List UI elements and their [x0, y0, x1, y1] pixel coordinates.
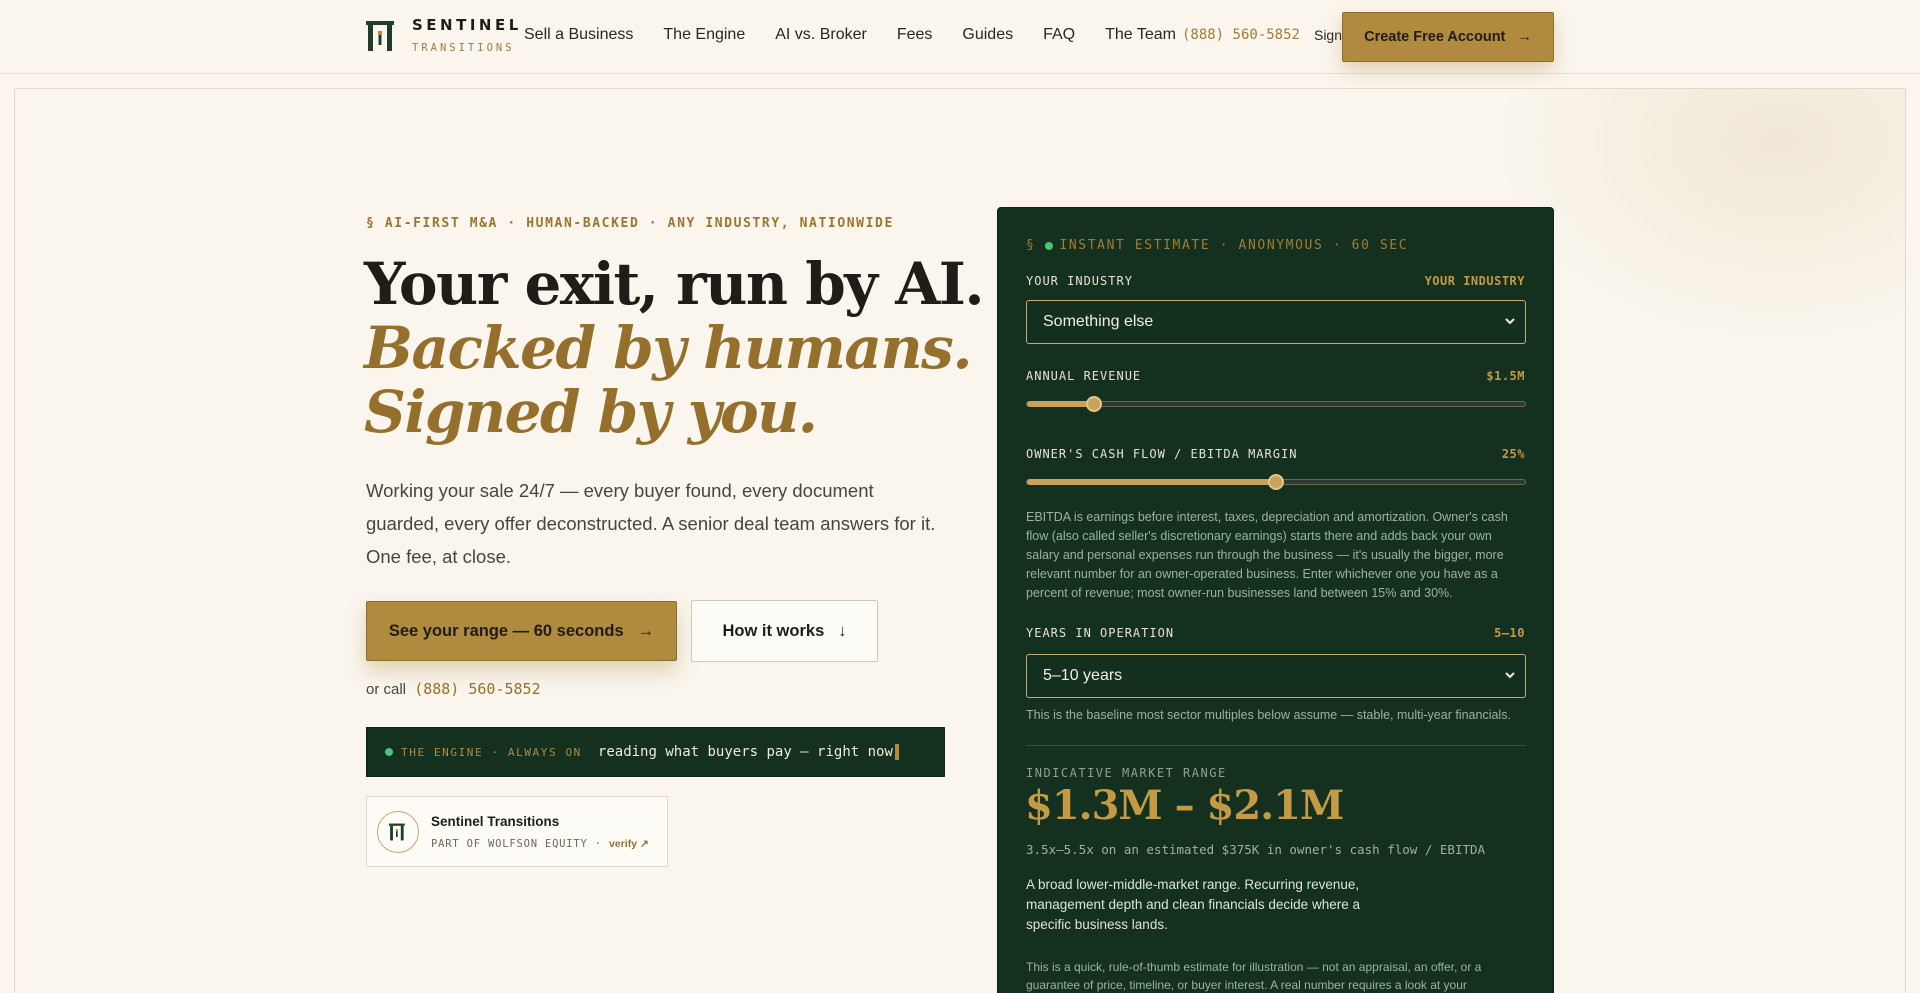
- headline-line-2: Backed by humans.: [364, 314, 973, 382]
- nav-faq[interactable]: FAQ: [1043, 26, 1075, 44]
- hero-phone-link[interactable]: (888) 560-5852: [414, 680, 540, 698]
- nav-fees[interactable]: Fees: [897, 26, 933, 44]
- arrow-down-icon: ↓: [838, 621, 847, 640]
- revenue-label: ANNUAL REVENUE: [1026, 369, 1142, 383]
- badge-logo-icon: [377, 810, 419, 853]
- how-it-works-label: How it works: [722, 621, 825, 640]
- years-select[interactable]: 5–10 years: [1026, 654, 1526, 698]
- arrow-right-icon: →: [1517, 29, 1532, 45]
- divider: [1026, 745, 1526, 746]
- estimate-eyebrow: § INSTANT ESTIMATE · ANONYMOUS · 60 SEC: [1026, 238, 1408, 253]
- headline-line-3: Signed by you.: [364, 378, 818, 446]
- margin-help-text: EBITDA is earnings before interest, taxe…: [1026, 510, 1508, 600]
- status-dot-icon: [385, 748, 393, 756]
- hero-eyebrow: § AI-FIRST M&A · HUMAN-BACKED · ANY INDU…: [366, 216, 894, 231]
- nav-the-engine[interactable]: The Engine: [663, 26, 745, 44]
- revenue-slider[interactable]: [1026, 396, 1526, 412]
- industry-label: YOUR INDUSTRY: [1026, 274, 1133, 288]
- create-account-label: Create Free Account: [1364, 29, 1506, 45]
- nav-ai-vs-broker[interactable]: AI vs. Broker: [775, 26, 867, 44]
- margin-label: OWNER'S CASH FLOW / EBITDA MARGIN: [1026, 447, 1298, 461]
- margin-slider-thumb[interactable]: [1268, 474, 1284, 490]
- verify-link[interactable]: verify ↗: [609, 838, 649, 850]
- see-range-label: See your range — 60 seconds: [388, 621, 624, 640]
- industry-select[interactable]: Something else: [1026, 300, 1526, 344]
- hero-lede: Working your sale 24/7 — every buyer fou…: [366, 480, 936, 567]
- nav-sell-a-business[interactable]: Sell a Business: [524, 26, 633, 44]
- years-help-text: This is the baseline most sector multipl…: [1026, 708, 1511, 722]
- engine-text: reading what buyers pay — right now: [597, 744, 893, 760]
- nav-phone-link[interactable]: (888) 560-5852: [1182, 27, 1300, 43]
- badge-sub: PART OF WOLFSON EQUITY · verify ↗: [431, 838, 649, 850]
- revenue-value: $1.5M: [1486, 369, 1525, 383]
- multiple-text: 3.5x–5.5x on an estimated $375K in owner…: [1026, 842, 1486, 857]
- estimate-card: § INSTANT ESTIMATE · ANONYMOUS · 60 SEC …: [997, 207, 1554, 993]
- range-label: INDICATIVE MARKET RANGE: [1026, 766, 1227, 780]
- create-account-button[interactable]: Create Free Account →: [1342, 12, 1554, 62]
- industry-selected: Something else: [1043, 313, 1154, 330]
- margin-slider[interactable]: [1026, 474, 1526, 490]
- years-selected: 5–10 years: [1043, 667, 1123, 684]
- logo[interactable]: SENTINEL TRANSITIONS: [366, 18, 522, 54]
- nav-the-team[interactable]: The Team: [1105, 26, 1176, 44]
- margin-slider-fill: [1027, 479, 1276, 485]
- disclaimer-text: This is a quick, rule-of-thumb estimate …: [1026, 960, 1482, 992]
- arrow-right-icon: →: [637, 621, 655, 640]
- logo-mark-icon: [366, 20, 394, 51]
- status-dot-icon: [1045, 241, 1054, 250]
- years-value: 5–10: [1494, 626, 1525, 640]
- range-description: A broad lower-middle-market range. Recur…: [1026, 877, 1360, 932]
- margin-value: 25%: [1501, 447, 1525, 461]
- site-header: SENTINEL TRANSITIONS Sell a Business The…: [0, 0, 1920, 74]
- main-nav: Sell a Business The Engine AI vs. Broker…: [524, 26, 1357, 44]
- engine-label: THE ENGINE · ALWAYS ON: [401, 745, 582, 759]
- estimate-eyebrow-text: INSTANT ESTIMATE · ANONYMOUS · 60 SEC: [1059, 238, 1409, 253]
- industry-value: YOUR INDUSTRY: [1424, 274, 1525, 288]
- market-range: $1.3M – $2.1M: [1025, 782, 1344, 829]
- see-range-button[interactable]: See your range — 60 seconds →: [366, 601, 677, 661]
- chevron-down-icon: [1505, 318, 1515, 325]
- section-mark: §: [1026, 238, 1036, 253]
- badge-parent: PART OF WOLFSON EQUITY ·: [431, 837, 602, 850]
- hero-headline: Your exit, run by AI. Backed by humans. …: [364, 250, 985, 446]
- brand-sub: TRANSITIONS: [412, 42, 515, 54]
- how-it-works-button[interactable]: How it works ↓: [691, 600, 878, 662]
- brand-name: SENTINEL: [412, 16, 522, 34]
- headline-line-1: Your exit, run by AI.: [364, 250, 985, 318]
- cursor-caret-icon: [894, 744, 899, 760]
- revenue-slider-thumb[interactable]: [1086, 396, 1103, 412]
- or-call-line: or call (888) 560-5852: [366, 680, 541, 698]
- nav-guides[interactable]: Guides: [962, 26, 1013, 44]
- years-label: YEARS IN OPERATION: [1026, 626, 1175, 640]
- engine-ticker: THE ENGINE · ALWAYS ON reading what buye…: [366, 727, 945, 777]
- revenue-slider-fill: [1027, 401, 1095, 407]
- chevron-down-icon: [1505, 672, 1515, 679]
- badge-name: Sentinel Transitions: [431, 813, 560, 829]
- or-call-text: or call: [366, 681, 407, 698]
- ownership-badge: Sentinel Transitions PART OF WOLFSON EQU…: [366, 796, 668, 867]
- hero-frame: [14, 88, 1906, 993]
